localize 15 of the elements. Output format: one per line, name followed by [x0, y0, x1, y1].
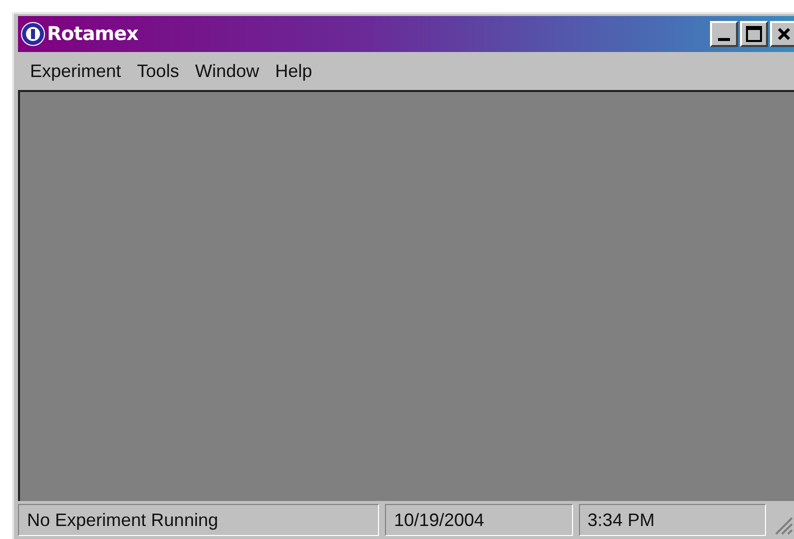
maximize-icon: [746, 26, 762, 42]
maximize-button[interactable]: [740, 21, 768, 47]
close-button[interactable]: [770, 21, 794, 47]
menu-item[interactable]: Help: [269, 58, 318, 84]
menu-item[interactable]: Tools: [131, 58, 186, 84]
menu-item[interactable]: Window: [189, 58, 266, 84]
window-title: Rotamex: [47, 22, 138, 47]
status-message: No Experiment Running: [18, 504, 380, 536]
app-logo-icon: [20, 21, 46, 47]
close-icon: [777, 27, 791, 41]
status-time: 3:34 PM: [578, 504, 766, 536]
menu-item[interactable]: Experiment: [24, 58, 128, 84]
minimize-icon: [718, 38, 730, 41]
status-date: 10/19/2004: [385, 504, 573, 536]
minimize-button[interactable]: [710, 21, 738, 47]
